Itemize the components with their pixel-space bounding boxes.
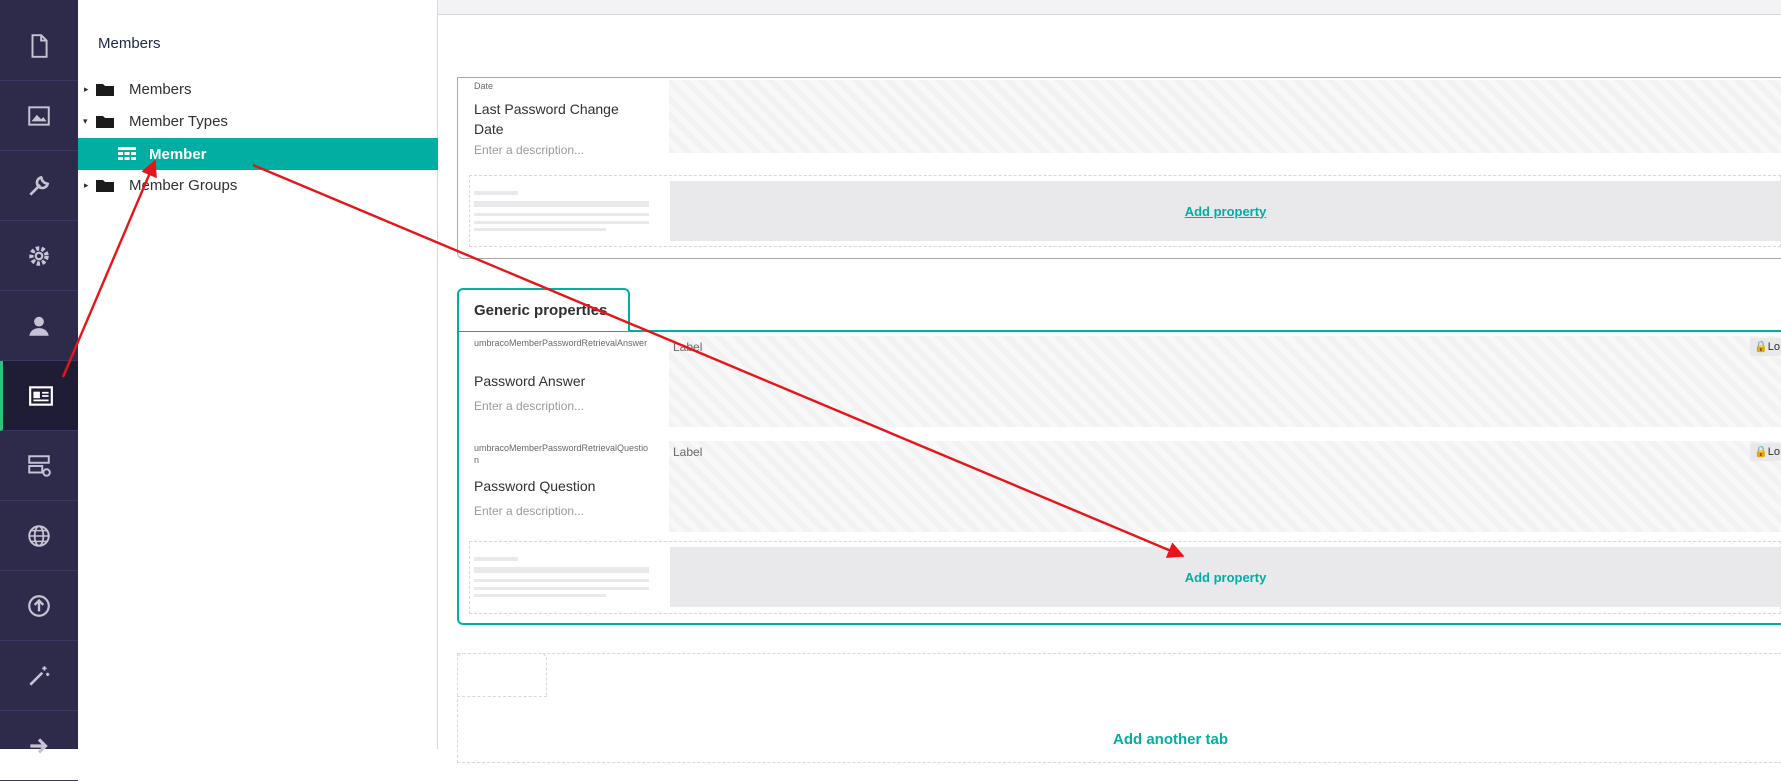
tree-title: Members (98, 35, 161, 52)
members-icon[interactable] (0, 361, 78, 431)
skeleton-line (474, 567, 649, 573)
caret-down-icon[interactable]: ▾ (83, 116, 88, 127)
property-editor-label: Label (673, 340, 703, 354)
logout-arrow-icon[interactable] (0, 711, 78, 781)
globe-icon[interactable] (0, 501, 78, 571)
add-property-button[interactable]: Add property (670, 547, 1781, 607)
editor-header-divider (438, 14, 1781, 15)
forms-icon[interactable] (0, 431, 78, 501)
notch-gap (547, 696, 1781, 697)
skeleton-line (474, 191, 518, 195)
user-icon[interactable] (0, 291, 78, 361)
property-alias: umbracoMemberPasswordRetrievalQuestion (474, 443, 649, 465)
add-tab-notch (457, 653, 547, 697)
skeleton-line (474, 587, 649, 590)
property-editor-preview[interactable] (669, 336, 1781, 427)
property-description[interactable]: Enter a description... (474, 504, 584, 518)
skeleton-line (474, 579, 649, 582)
skeleton-line (474, 557, 518, 561)
tree-node-members[interactable]: ▸ Members (78, 73, 438, 105)
property-title[interactable]: Password Answer (474, 371, 585, 391)
tree-node-member-types[interactable]: ▾ Member Types (78, 105, 438, 137)
lock-badge[interactable]: 🔒Lo (1750, 338, 1781, 356)
property-description[interactable]: Enter a description... (474, 399, 584, 413)
content-icon[interactable] (0, 11, 78, 81)
property-alias: umbracoMemberPasswordRetrievalAnswer (474, 338, 648, 348)
lock-badge[interactable]: 🔒Lo (1750, 443, 1781, 461)
lock-label: Lo (1767, 341, 1780, 353)
folder-icon (96, 83, 114, 96)
property-editor-preview[interactable] (669, 80, 1781, 153)
lock-label: Lo (1767, 446, 1780, 458)
tree-node-member-groups[interactable]: ▸ Member Groups (78, 169, 438, 201)
property-title[interactable]: Last Password Change Date (474, 99, 634, 139)
tree-node-label: Members (129, 80, 192, 98)
skeleton-line (474, 594, 606, 597)
skeleton-line (474, 213, 649, 216)
skeleton-line (474, 228, 606, 231)
property-description[interactable]: Enter a description... (474, 143, 584, 157)
property-title[interactable]: Password Question (474, 476, 595, 496)
folder-icon (96, 115, 114, 128)
tree-node-label: Member Groups (129, 176, 238, 194)
caret-right-icon[interactable]: ▸ (84, 84, 89, 95)
skeleton-line (474, 221, 649, 224)
tree-node-member[interactable]: Member (78, 138, 438, 170)
tree-node-label: Member Types (129, 112, 228, 130)
deploy-icon[interactable] (0, 571, 78, 641)
property-editor-label: Label (673, 445, 703, 459)
tab-generic-properties-label: Generic properties (474, 302, 608, 319)
folder-icon (96, 179, 114, 192)
skeleton-line (474, 201, 649, 207)
property-alias: Date (474, 81, 494, 91)
tree-node-label: Member (149, 145, 207, 163)
magic-wand-icon[interactable] (0, 641, 78, 711)
gear-icon[interactable] (0, 221, 78, 291)
property-editor-preview[interactable] (669, 441, 1781, 532)
add-another-tab-button[interactable]: Add another tab (1113, 731, 1228, 748)
add-property-button[interactable]: Add property (670, 181, 1781, 241)
editor-header-strip (438, 0, 1781, 14)
caret-right-icon[interactable]: ▸ (84, 180, 89, 191)
member-type-grid-icon (118, 147, 136, 160)
media-icon[interactable] (0, 81, 78, 151)
settings-wrench-icon[interactable] (0, 151, 78, 221)
sections-sidebar (0, 0, 78, 781)
tree-panel: Members ▸ Members ▾ Member Types Member … (78, 0, 438, 749)
